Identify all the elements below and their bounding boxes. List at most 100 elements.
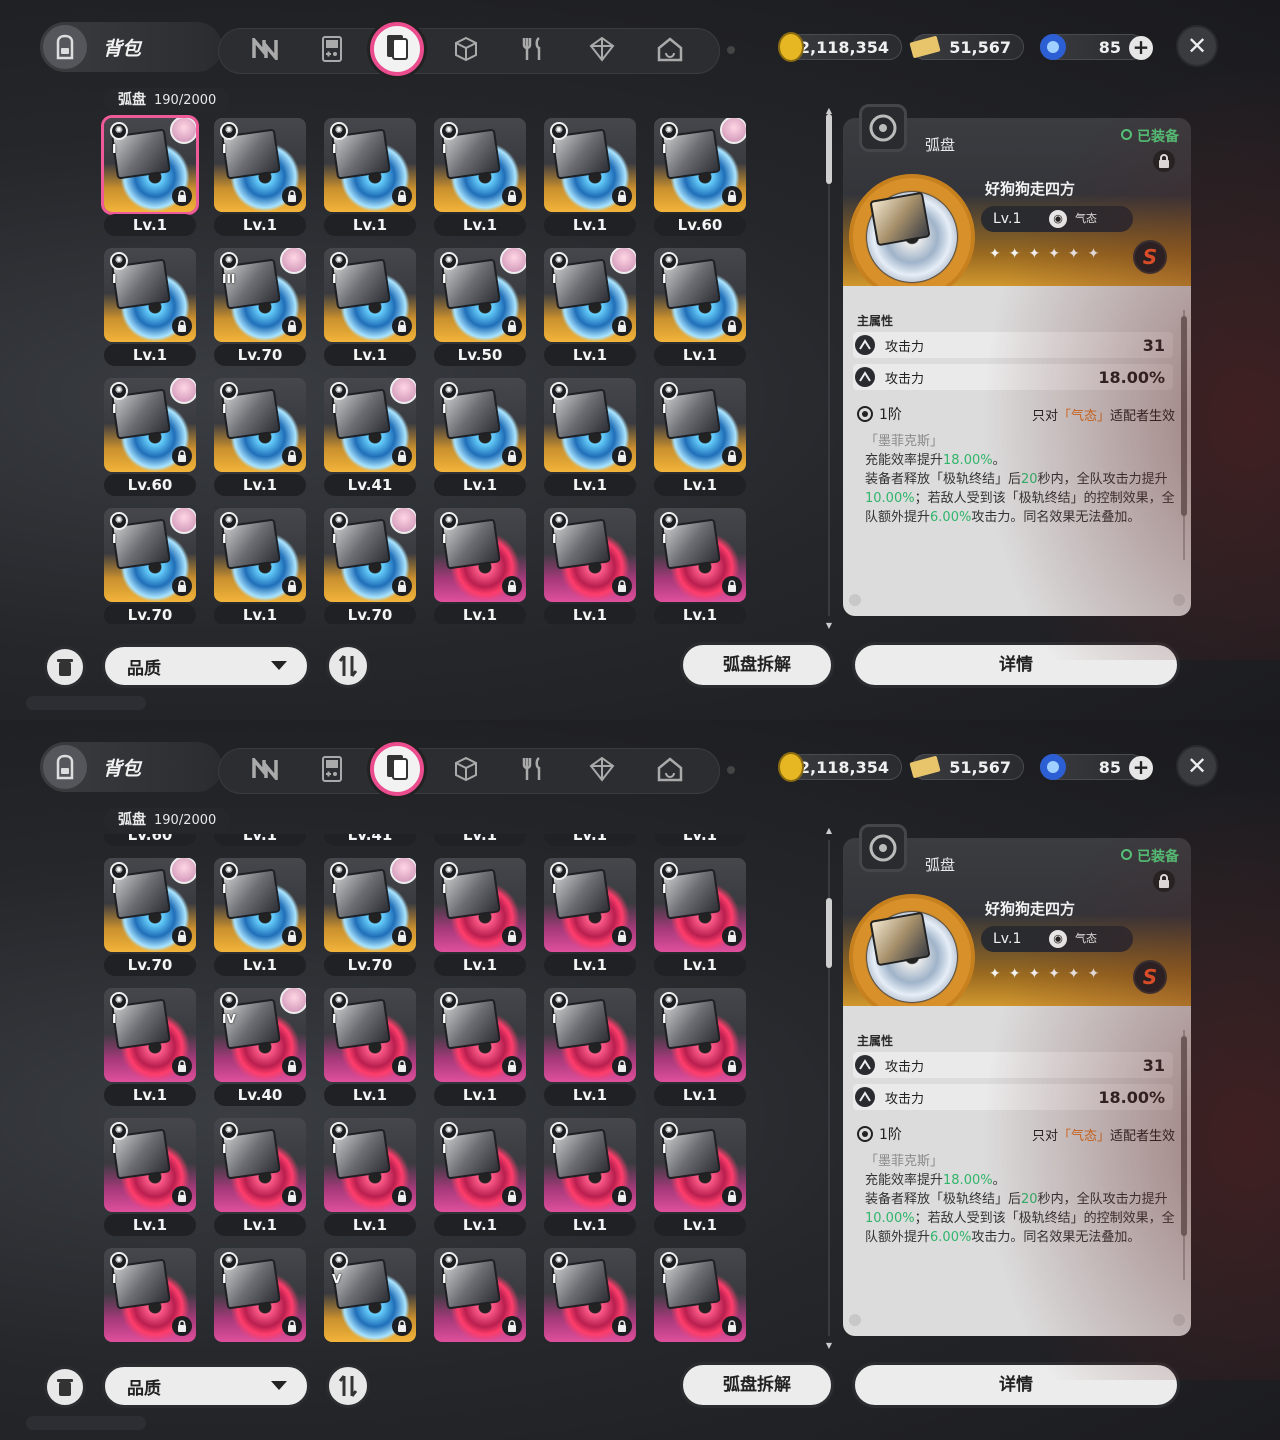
disc-card[interactable]: ✺ILv.1 xyxy=(430,114,530,242)
sort-select[interactable]: 品质 xyxy=(102,1364,310,1408)
disc-card[interactable]: ✺ I Lv.70 xyxy=(100,854,200,982)
sort-order-button[interactable] xyxy=(326,1364,370,1408)
disc-card[interactable]: ✺ILv.1 xyxy=(540,854,640,982)
disc-card[interactable]: ✺ILv.41 xyxy=(320,834,420,852)
attribute-icon: ✺ xyxy=(660,512,678,530)
disc-card[interactable]: ✺ I xyxy=(210,1244,310,1344)
disc-card[interactable]: ✺ILv.1 xyxy=(100,984,200,1112)
backpack-header[interactable]: 背包 xyxy=(40,22,222,72)
tab-cube-crystal[interactable] xyxy=(580,749,624,793)
disc-card[interactable]: ✺ I Lv.70 xyxy=(100,504,200,624)
grid-scrollbar[interactable]: ▲ ▼ xyxy=(826,106,832,630)
disc-card[interactable]: ✺ILv.1 xyxy=(210,114,310,242)
disc-card[interactable]: ✺ILv.1 xyxy=(430,374,530,502)
trash-button[interactable] xyxy=(44,646,86,688)
tab-cube[interactable] xyxy=(444,29,488,73)
disc-card[interactable]: ✺ILv.60 xyxy=(650,114,750,242)
lock-icon xyxy=(502,576,522,596)
disc-card[interactable]: ✺ I xyxy=(650,1244,750,1344)
tab-n-logo[interactable] xyxy=(243,29,287,73)
tab-gameboy[interactable] xyxy=(310,29,354,73)
disc-card[interactable]: ✺ I xyxy=(540,1244,640,1344)
tab-disc[interactable] xyxy=(370,742,424,796)
attribute-icon: ✺ xyxy=(330,252,348,270)
disc-card[interactable]: ✺ILv.1 xyxy=(210,1114,310,1242)
disc-card[interactable]: ✺ILv.1 xyxy=(320,114,420,242)
detail-button[interactable]: 详情 xyxy=(852,642,1180,688)
disc-card[interactable]: ✺ILv.60 xyxy=(100,374,200,502)
disc-card[interactable]: ✺ILv.1 xyxy=(430,984,530,1112)
dismantle-button[interactable]: 弧盘拆解 xyxy=(680,1362,834,1408)
tab-utensils[interactable] xyxy=(512,29,556,73)
disc-card[interactable]: ✺ILv.1 xyxy=(540,114,640,242)
close-button[interactable]: ✕ xyxy=(1176,745,1218,787)
disc-card[interactable]: ✺ILv.1 xyxy=(540,984,640,1112)
disc-level: Lv.70 xyxy=(324,954,416,976)
disc-card[interactable]: ✺ILv.1 xyxy=(430,834,530,852)
disc-card[interactable]: ✺ILv.1 xyxy=(650,504,750,624)
disc-card[interactable]: ✺ I Lv.50 xyxy=(430,244,530,372)
disc-card[interactable]: ✺ILv.1 xyxy=(320,244,420,372)
disc-card[interactable]: ✺ILv.1 xyxy=(540,1114,640,1242)
disc-card[interactable]: ✺ I Lv.70 xyxy=(320,504,420,624)
disc-card[interactable]: ✺ILv.1 xyxy=(650,1114,750,1242)
disc-card[interactable]: ✺ILv.1 xyxy=(650,854,750,982)
disc-card[interactable]: ✺ILv.1 xyxy=(430,1114,530,1242)
disc-card[interactable]: ✺ILv.1 xyxy=(540,504,640,624)
disc-card[interactable]: ✺ILv.60 xyxy=(100,834,200,852)
disc-card[interactable]: ✺ILv.1 xyxy=(100,1114,200,1242)
disc-card[interactable]: ✺ILv.1 xyxy=(210,854,310,982)
dismantle-button[interactable]: 弧盘拆解 xyxy=(680,642,834,688)
backpack-header[interactable]: 背包 xyxy=(40,742,222,792)
sort-order-button[interactable] xyxy=(326,644,370,688)
tab-house[interactable] xyxy=(648,749,692,793)
disc-card[interactable]: ✺ILv.1 xyxy=(100,244,200,372)
disc-card[interactable]: ✺ V xyxy=(320,1244,420,1344)
attribute-icon: ✺ xyxy=(220,382,238,400)
tab-disc[interactable] xyxy=(370,22,424,76)
add-energy-button[interactable]: + xyxy=(1129,756,1153,780)
disc-card[interactable]: ✺ I xyxy=(100,1244,200,1344)
disc-card[interactable]: ✺ILv.1 xyxy=(540,834,640,852)
disc-card[interactable]: ✺ILv.1 xyxy=(540,244,640,372)
detail-scrollbar[interactable] xyxy=(1181,1030,1187,1280)
lock-toggle[interactable] xyxy=(1153,870,1175,892)
add-energy-button[interactable]: + xyxy=(1129,36,1153,60)
tab-cube[interactable] xyxy=(444,749,488,793)
disc-card[interactable]: ✺ILv.1 xyxy=(650,374,750,502)
trash-button[interactable] xyxy=(44,1366,86,1408)
disc-card[interactable]: ✺ILv.1 xyxy=(430,854,530,982)
disc-card[interactable]: ✺ILv.1 xyxy=(650,244,750,372)
grid-scrollbar[interactable]: ▲ ▼ xyxy=(826,826,832,1350)
detail-scrollbar[interactable] xyxy=(1181,310,1187,560)
lock-toggle[interactable] xyxy=(1153,150,1175,172)
tab-gameboy[interactable] xyxy=(310,749,354,793)
tab-cube-crystal[interactable] xyxy=(580,29,624,73)
tab-utensils[interactable] xyxy=(512,749,556,793)
disc-card[interactable]: ✺ILv.1 xyxy=(210,834,310,852)
sort-select[interactable]: 品质 xyxy=(102,644,310,688)
disc-rank: I xyxy=(112,272,117,286)
disc-card[interactable]: ✺ILv.1 xyxy=(650,834,750,852)
disc-card[interactable]: ✺ILv.1 xyxy=(320,984,420,1112)
lock-icon xyxy=(612,446,632,466)
disc-card[interactable]: ✺ IV Lv.40 xyxy=(210,984,310,1112)
close-button[interactable]: ✕ xyxy=(1176,25,1218,67)
disc-card[interactable]: ✺ILv.1 xyxy=(430,504,530,624)
disc-card[interactable]: ✺ILv.1 xyxy=(320,1114,420,1242)
disc-level: Lv.1 xyxy=(654,344,746,366)
tab-n-logo[interactable] xyxy=(243,749,287,793)
disc-card[interactable]: ✺ILv.1 xyxy=(540,374,640,502)
disc-card[interactable]: ✺ILv.41 xyxy=(320,374,420,502)
disc-card[interactable]: ✺ILv.1 xyxy=(100,114,200,242)
disc-card[interactable]: ✺ I Lv.70 xyxy=(320,854,420,982)
energy-amount: 85 xyxy=(1098,757,1121,777)
attack-icon xyxy=(855,335,875,355)
detail-button[interactable]: 详情 xyxy=(852,1362,1180,1408)
disc-card[interactable]: ✺ III Lv.70 xyxy=(210,244,310,372)
disc-card[interactable]: ✺ILv.1 xyxy=(210,374,310,502)
tab-house[interactable] xyxy=(648,29,692,73)
disc-card[interactable]: ✺ILv.1 xyxy=(210,504,310,624)
disc-card[interactable]: ✺ I xyxy=(430,1244,530,1344)
disc-card[interactable]: ✺ILv.1 xyxy=(650,984,750,1112)
